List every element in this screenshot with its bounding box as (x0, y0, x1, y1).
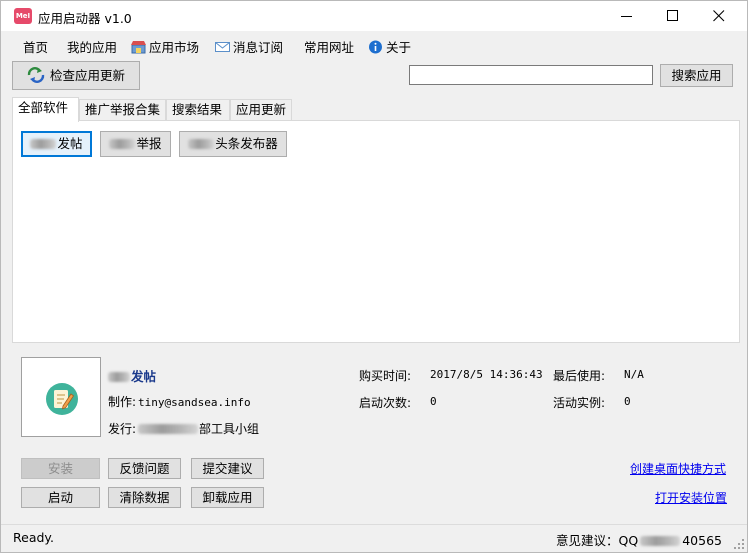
uninstall-button[interactable]: 卸载应用 (191, 487, 264, 508)
software-button-report[interactable]: 举报 (100, 131, 171, 157)
create-shortcut-link[interactable]: 创建桌面快捷方式 (630, 460, 726, 477)
active-instances-label: 活动实例: (553, 396, 606, 410)
suggest-button[interactable]: 提交建议 (191, 458, 264, 479)
clear-data-button[interactable]: 清除数据 (108, 487, 181, 508)
tab-all-software[interactable]: 全部软件 (12, 97, 79, 122)
app-logo-icon: MeI (14, 8, 32, 24)
launch-count-label: 启动次数: (359, 396, 412, 410)
mail-icon (215, 42, 230, 52)
menu-about-label: 关于 (386, 40, 412, 55)
author-value: tiny@sandsea.info (138, 396, 251, 409)
tab-promo-report[interactable]: 推广举报合集 (79, 99, 166, 121)
app-icon-box (21, 357, 101, 437)
maximize-button[interactable] (650, 1, 696, 31)
check-update-label: 检查应用更新 (50, 68, 126, 83)
title-bar: MeI 应用启动器 v1.0 (1, 1, 747, 31)
menu-bar: 首页 我的应用 应用市场 消息订阅 常用网址 关于 (1, 31, 747, 57)
redacted-text (188, 139, 215, 149)
redacted-text (108, 372, 130, 382)
menu-subscribe[interactable]: 消息订阅 (215, 37, 283, 56)
detail-publisher: 发行: 部工具小组 (108, 420, 259, 437)
last-used-label: 最后使用: (553, 369, 606, 383)
tab-app-updates[interactable]: 应用更新 (230, 99, 292, 121)
last-used-value: N/A (624, 368, 644, 381)
edit-note-icon (46, 383, 78, 415)
window-title: 应用启动器 v1.0 (38, 11, 132, 26)
active-instances-value: 0 (624, 395, 631, 408)
redacted-text (138, 424, 199, 434)
check-update-button[interactable]: 检查应用更新 (12, 61, 140, 90)
close-icon (713, 10, 725, 22)
software-panel: 发帖 举报 头条发布器 (12, 120, 740, 343)
minimize-button[interactable] (604, 1, 650, 31)
detail-app-name-label: 发帖 (131, 369, 157, 384)
minimize-icon (621, 16, 632, 17)
maximize-icon (667, 10, 678, 21)
close-button[interactable] (696, 1, 742, 31)
menu-common-sites[interactable]: 常用网址 (304, 37, 354, 56)
publisher-label: 发行: (108, 422, 137, 436)
menu-app-market[interactable]: 应用市场 (131, 37, 199, 56)
software-button-label: 头条发布器 (215, 136, 278, 151)
redacted-text (640, 536, 681, 546)
publisher-value: 部工具小组 (199, 422, 260, 436)
refresh-icon (27, 67, 45, 83)
software-button-post[interactable]: 发帖 (21, 131, 92, 157)
contact-label: 意见建议：QQ (556, 533, 639, 548)
status-bar: Ready. 意见建议：QQ 40565 (1, 524, 747, 552)
status-text: Ready. (13, 530, 54, 545)
resize-grip-icon[interactable] (733, 538, 745, 550)
info-icon (369, 40, 382, 54)
contact-value: 40565 (682, 533, 722, 548)
app-window: MeI 应用启动器 v1.0 首页 我的应用 应用市场 消息订阅 常用网址 关于… (0, 0, 748, 553)
store-icon (131, 41, 146, 54)
install-button[interactable]: 安装 (21, 458, 100, 479)
redacted-text (109, 139, 136, 149)
menu-app-market-label: 应用市场 (149, 40, 200, 55)
software-button-headline-publisher[interactable]: 头条发布器 (179, 131, 287, 157)
menu-home[interactable]: 首页 (23, 37, 48, 56)
menu-about[interactable]: 关于 (368, 37, 411, 56)
feedback-button[interactable]: 反馈问题 (108, 458, 181, 479)
open-location-link[interactable]: 打开安装位置 (655, 489, 727, 506)
menu-subscribe-label: 消息订阅 (233, 40, 284, 55)
software-button-label: 发帖 (57, 136, 83, 151)
detail-app-name: 发帖 (108, 366, 156, 385)
redacted-text (30, 139, 57, 149)
search-input[interactable] (409, 65, 653, 85)
purchase-time-label: 购买时间: (359, 369, 412, 383)
author-label: 制作: (108, 395, 137, 409)
purchase-time-value: 2017/8/5 14:36:43 (430, 368, 543, 381)
tab-search-results[interactable]: 搜索结果 (166, 99, 230, 121)
launch-button[interactable]: 启动 (21, 487, 100, 508)
launch-count-value: 0 (430, 395, 437, 408)
contact-info: 意见建议：QQ 40565 (556, 530, 722, 549)
search-app-button[interactable]: 搜索应用 (660, 64, 733, 87)
detail-author: 制作: tiny@sandsea.info (108, 393, 251, 410)
software-button-label: 举报 (136, 136, 162, 151)
menu-my-apps[interactable]: 我的应用 (67, 37, 117, 56)
